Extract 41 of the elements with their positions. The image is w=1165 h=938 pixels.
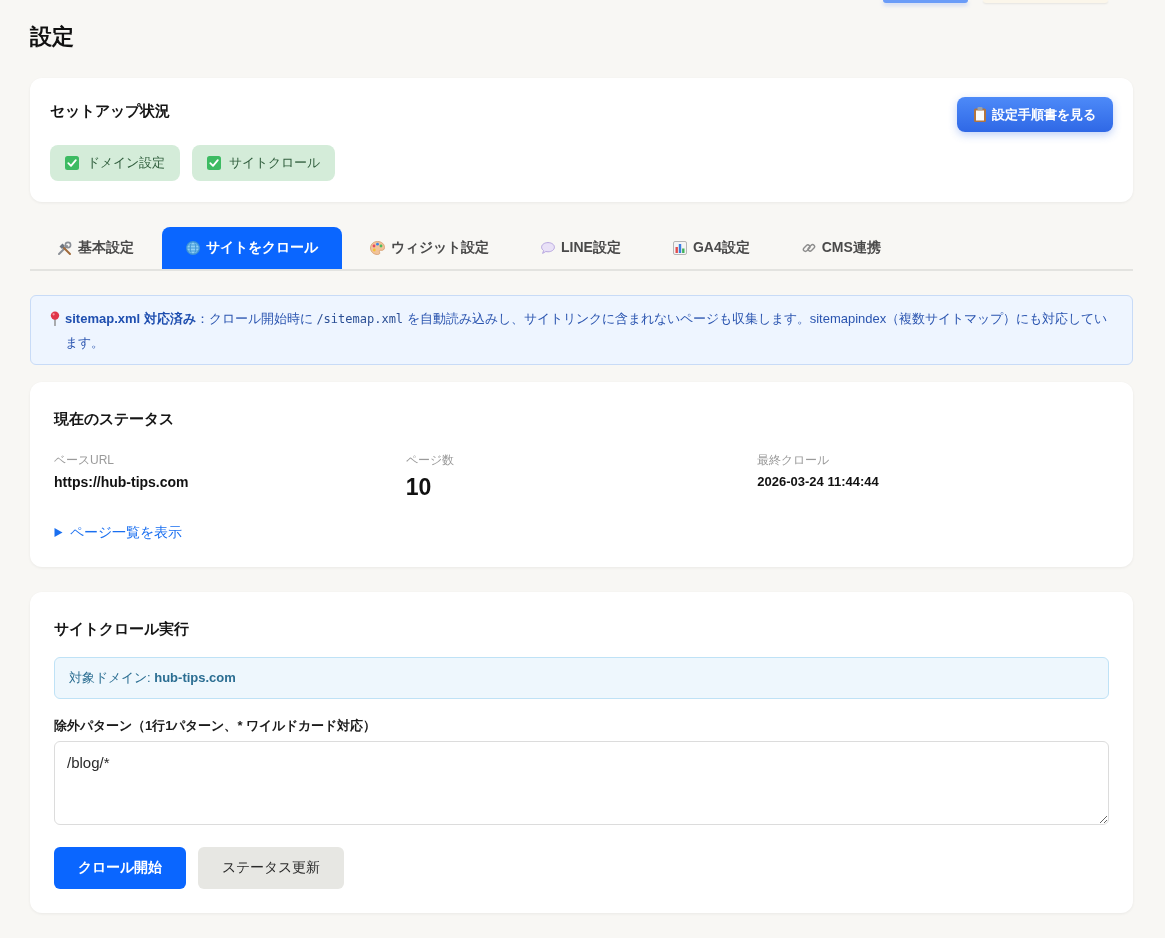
tab-label: 基本設定 xyxy=(78,239,134,257)
refresh-status-button[interactable]: ステータス更新 xyxy=(198,847,344,889)
page-list-toggle[interactable]: ページ一覧を表示 xyxy=(54,521,182,543)
exclude-pattern-field[interactable]: /blog/* xyxy=(54,741,1109,825)
badge-label: ドメイン設定 xyxy=(87,154,165,172)
card-title: セットアップ状況 xyxy=(50,101,170,121)
tab[interactable]: ウィジット設定 xyxy=(346,227,513,269)
tools-icon xyxy=(57,240,72,256)
globe-icon xyxy=(186,241,200,255)
field-label: ベースURL xyxy=(54,452,114,469)
page-title: 設定 xyxy=(30,24,75,50)
tab-label: サイトをクロール xyxy=(206,239,318,257)
card-title: サイトクロール実行 xyxy=(54,619,190,639)
tab-label: LINE設定 xyxy=(561,239,621,257)
tab-label: ウィジット設定 xyxy=(391,239,489,257)
tab[interactable]: サイトをクロール xyxy=(162,227,342,269)
header-button[interactable] xyxy=(883,0,968,3)
speech-bubble-icon xyxy=(541,242,555,254)
card-title: 現在のステータス xyxy=(54,409,175,429)
tab[interactable]: CMS連携 xyxy=(777,227,905,269)
field-label: 最終クロール xyxy=(757,452,830,469)
tab-label: GA4設定 xyxy=(692,239,750,257)
pin-icon xyxy=(50,311,60,326)
clipboard-icon xyxy=(974,107,986,122)
notice-text: sitemap.xml 対応済み：クロール開始時に /sitemap.xml を自動読み込みし、サイトリンクに含まれないページも収集します。sitemapindex（複数サイトマップ）にも対応しています。 xyxy=(65,310,1109,352)
tab-label: CMS連携 xyxy=(821,239,881,257)
bar-chart-icon xyxy=(672,241,687,255)
palette-icon xyxy=(370,241,385,255)
field-label: 除外パターン（1行1パターン、* ワイルドカード対応） xyxy=(54,717,378,735)
field-label: ページ数 xyxy=(405,452,454,469)
guide-button[interactable]: 設定手順書を見る xyxy=(957,97,1113,132)
tab[interactable]: LINE設定 xyxy=(517,227,645,269)
field-value: 2026-03-24 11:44:44 xyxy=(757,473,879,491)
link-icon xyxy=(801,241,816,255)
tab[interactable]: GA4設定 xyxy=(648,227,774,269)
field-value: https://hub-tips.com xyxy=(54,473,189,492)
domain-text: 対象ドメイン: hub-tips.com xyxy=(69,669,236,687)
badge-label: サイトクロール xyxy=(229,154,320,172)
field-value: 10 xyxy=(405,473,432,502)
start-crawl-button[interactable]: クロール開始 xyxy=(54,847,186,889)
tab[interactable]: 基本設定 xyxy=(33,227,158,269)
